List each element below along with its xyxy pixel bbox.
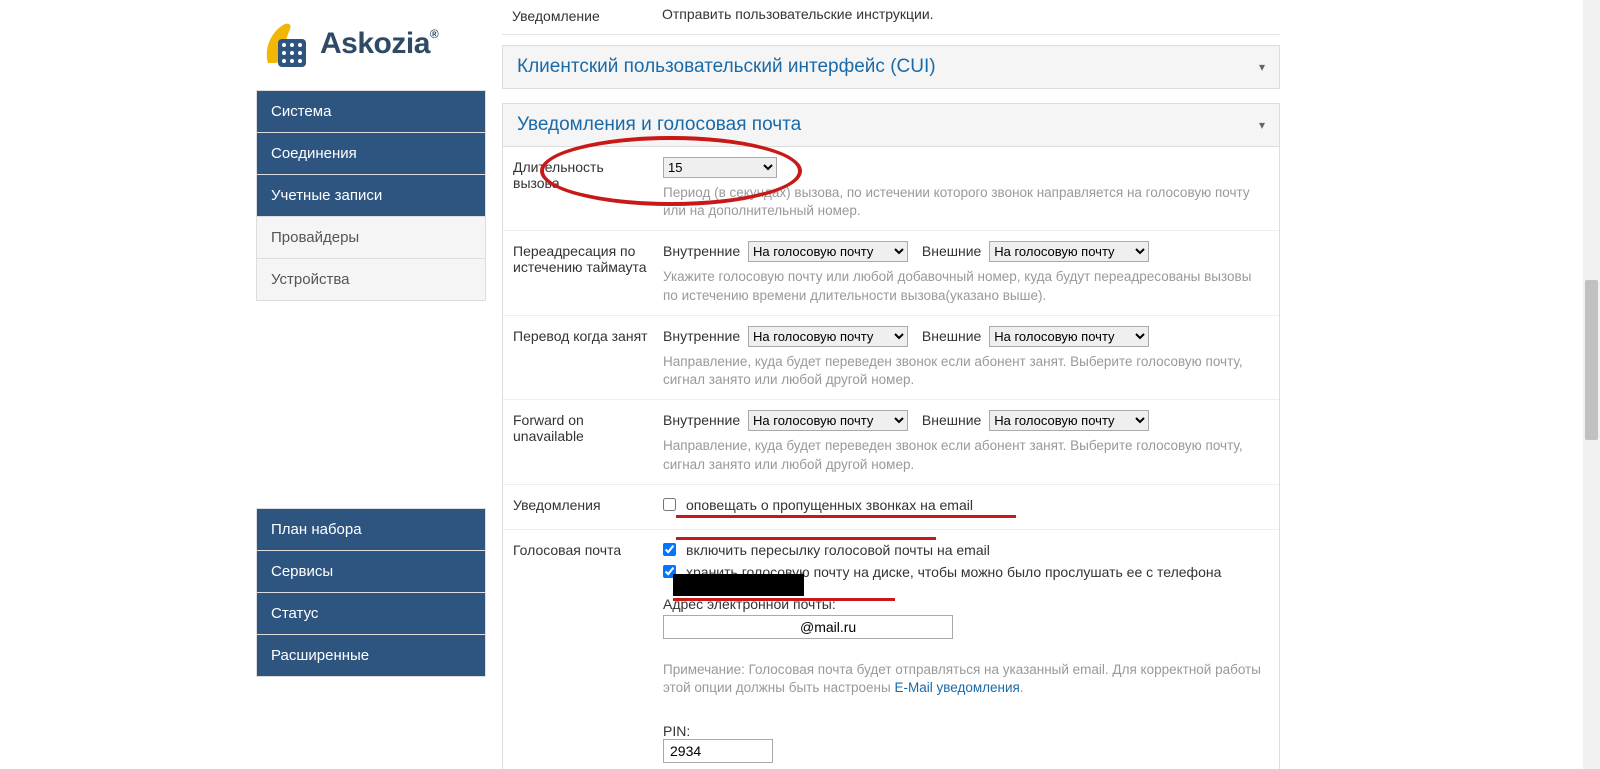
forward-timeout-internal-select[interactable]: На голосовую почту (748, 241, 908, 262)
ring-length-select[interactable]: 15 (663, 157, 777, 178)
notification-row: Уведомление Отправить пользовательские и… (502, 0, 1280, 35)
internal-label: Внутренние (663, 328, 740, 344)
vm-store-checkbox[interactable] (663, 565, 676, 578)
row-forward-unavailable: Forward on unavailable Внутренние На гол… (503, 399, 1279, 483)
sidebar-item-advanced[interactable]: Расширенные (257, 635, 485, 676)
forward-unavailable-internal-select[interactable]: На голосовую почту (748, 410, 908, 431)
pin-field-label: PIN: (663, 723, 1267, 739)
pin-field[interactable] (663, 739, 773, 763)
panel-body-voicemail: Длительность вызова 15 Период (в секунда… (502, 147, 1280, 769)
panel-title-cui: Клиентский пользовательский интерфейс (C… (517, 56, 936, 78)
panel-title-voicemail: Уведомления и голосовая почта (517, 114, 801, 136)
logo-text: Askozia® (320, 27, 438, 61)
panel-header-voicemail[interactable]: Уведомления и голосовая почта ▾ (502, 103, 1280, 147)
row-forward-busy: Перевод когда занят Внутренние На голосо… (503, 315, 1279, 399)
forward-busy-external-select[interactable]: На голосовую почту (989, 326, 1149, 347)
email-field[interactable] (663, 615, 953, 639)
vm-email-checkbox[interactable] (663, 543, 676, 556)
scrollbar-thumb[interactable] (1585, 280, 1598, 440)
email-notifications-link[interactable]: E-Mail уведомления (894, 680, 1019, 695)
forward-unavailable-external-select[interactable]: На голосовую почту (989, 410, 1149, 431)
logo: Askozia® (256, 6, 486, 81)
logo-icon (256, 15, 314, 73)
forward-unavailable-label: Forward on unavailable (513, 410, 663, 473)
row-ring-length: Длительность вызова 15 Период (в секунда… (503, 147, 1279, 230)
forward-busy-help: Направление, куда будет переведен звонок… (663, 353, 1267, 389)
notification-label: Уведомление (512, 6, 662, 24)
sidebar-item-providers[interactable]: Провайдеры (257, 217, 485, 259)
sidebar-item-accounts[interactable]: Учетные записи (257, 175, 485, 217)
internal-label: Внутренние (663, 412, 740, 428)
row-notifications: Уведомления оповещать о пропущенных звон… (503, 484, 1279, 529)
sidebar-item-dialplan[interactable]: План набора (257, 509, 485, 551)
missed-email-checkbox-label: оповещать о пропущенных звонках на email (686, 497, 973, 513)
chevron-down-icon: ▾ (1259, 118, 1265, 132)
missed-email-checkbox[interactable] (663, 498, 676, 511)
external-label: Внешние (922, 412, 981, 428)
voicemail-label: Голосовая почта (513, 540, 663, 763)
scrollbar[interactable] (1583, 0, 1600, 769)
vm-email-checkbox-label: включить пересылку голосовой почты на em… (686, 542, 990, 558)
sidebar-item-services[interactable]: Сервисы (257, 551, 485, 593)
forward-timeout-help: Укажите голосовую почту или любой добаво… (663, 268, 1267, 304)
sidebar-item-connections[interactable]: Соединения (257, 133, 485, 175)
forward-unavailable-help: Направление, куда будет переведен звонок… (663, 437, 1267, 473)
forward-timeout-label: Переадресация по истечению таймаута (513, 241, 663, 304)
sidebar-item-system[interactable]: Система (257, 91, 485, 133)
row-forward-timeout: Переадресация по истечению таймаута Внут… (503, 230, 1279, 314)
external-label: Внешние (922, 243, 981, 259)
sidebar-item-devices[interactable]: Устройства (257, 259, 485, 300)
notification-value[interactable]: Отправить пользовательские инструкции. (662, 6, 1270, 24)
forward-timeout-external-select[interactable]: На голосовую почту (989, 241, 1149, 262)
email-field-label: Адрес электронной почты: (663, 596, 1267, 612)
row-voicemail: Голосовая почта включить пересылку голос… (503, 529, 1279, 769)
ring-length-help: Период (в секундах) вызова, по истечении… (663, 184, 1267, 220)
panel-header-cui[interactable]: Клиентский пользовательский интерфейс (C… (502, 45, 1280, 89)
forward-busy-internal-select[interactable]: На голосовую почту (748, 326, 908, 347)
voicemail-note: Примечание: Голосовая почта будет отправ… (663, 661, 1267, 697)
sidebar-group-1: Система Соединения Учетные записи Провай… (256, 90, 486, 301)
sidebar-item-status[interactable]: Статус (257, 593, 485, 635)
forward-busy-label: Перевод когда занят (513, 326, 663, 389)
ring-length-label: Длительность вызова (513, 157, 663, 220)
internal-label: Внутренние (663, 243, 740, 259)
main-content: Уведомление Отправить пользовательские и… (502, 0, 1280, 769)
sidebar-group-2: План набора Сервисы Статус Расширенные (256, 508, 486, 677)
chevron-down-icon: ▾ (1259, 60, 1265, 74)
vm-store-checkbox-label: хранить голосовую почту на диске, чтобы … (686, 564, 1221, 580)
external-label: Внешние (922, 328, 981, 344)
notifications-label: Уведомления (513, 495, 663, 519)
